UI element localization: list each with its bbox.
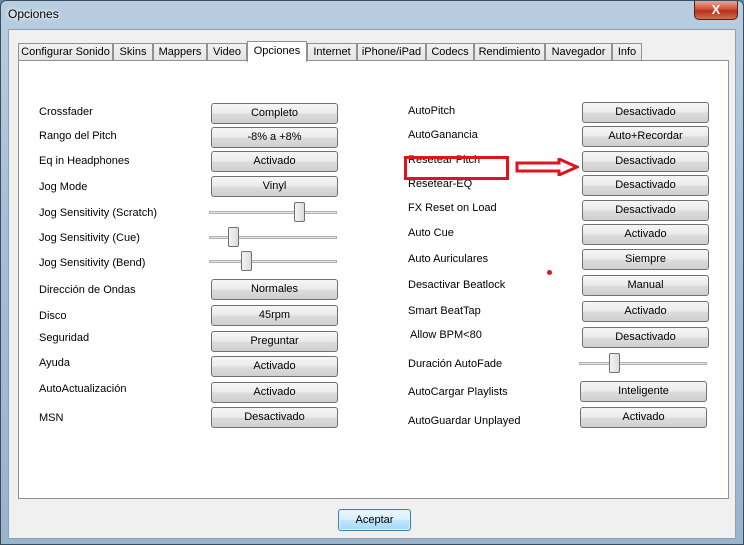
beatlock-label: Desactivar Beatlock (408, 279, 506, 291)
autosave-unplayed-button[interactable]: Activado (580, 407, 707, 428)
red-dot-annotation (547, 270, 552, 275)
autogain-label: AutoGanancia (408, 129, 478, 141)
pitch-range-button[interactable]: -8% a +8% (211, 127, 338, 148)
crossfader-label: Crossfader (39, 106, 93, 118)
help-label: Ayuda (39, 357, 70, 369)
autoload-playlists-label: AutoCargar Playlists (408, 386, 508, 398)
auto-headphones-button[interactable]: Siempre (582, 249, 709, 270)
disc-label: Disco (39, 310, 67, 322)
jog-bend-label: Jog Sensitivity (Bend) (39, 257, 146, 269)
tab-skins[interactable]: Skins (113, 43, 153, 61)
pitch-range-label: Rango del Pitch (39, 130, 117, 142)
allow-bpm-label: Allow BPM<80 (410, 329, 482, 341)
autopitch-button[interactable]: Desactivado (582, 102, 709, 123)
msn-button[interactable]: Desactivado (211, 407, 338, 428)
disc-button[interactable]: 45rpm (211, 305, 338, 326)
eq-headphones-button[interactable]: Activado (211, 151, 338, 172)
jog-mode-label: Jog Mode (39, 181, 88, 193)
autoload-playlists-button[interactable]: Inteligente (580, 381, 707, 402)
tab-codecs[interactable]: Codecs (426, 43, 474, 61)
red-arrow-annotation (515, 158, 579, 176)
allow-bpm-button[interactable]: Desactivado (582, 327, 709, 348)
beatlock-button[interactable]: Manual (582, 275, 709, 296)
autoupdate-button[interactable]: Activado (211, 382, 338, 403)
accept-button[interactable]: Aceptar (338, 509, 411, 531)
jog-cue-label: Jog Sensitivity (Cue) (39, 232, 140, 244)
slider-thumb[interactable] (294, 202, 305, 222)
security-button[interactable]: Preguntar (211, 331, 338, 352)
eq-headphones-label: Eq in Headphones (39, 155, 130, 167)
security-label: Seguridad (39, 332, 90, 344)
auto-cue-label: Auto Cue (408, 227, 454, 239)
autogain-button[interactable]: Auto+Recordar (582, 126, 709, 147)
tab-configurar-sonido[interactable]: Configurar Sonido (18, 43, 113, 61)
tab-rendimiento[interactable]: Rendimiento (474, 43, 545, 61)
jog-scratch-slider[interactable] (209, 202, 337, 222)
tab-opciones[interactable]: Opciones (247, 41, 307, 62)
auto-cue-button[interactable]: Activado (582, 224, 709, 245)
reset-pitch-button[interactable]: Desactivado (582, 151, 709, 172)
autoupdate-label: AutoActualización (39, 383, 127, 395)
reset-eq-button[interactable]: Desactivado (582, 175, 709, 196)
slider-track (209, 260, 337, 263)
options-window: Opciones X Configurar Sonido Skins Mappe… (0, 0, 744, 545)
slider-track (579, 362, 707, 365)
auto-headphones-label: Auto Auriculares (408, 253, 489, 265)
slider-track (209, 211, 337, 214)
tab-iphone-ipad[interactable]: iPhone/iPad (357, 43, 426, 61)
jog-cue-slider[interactable] (209, 227, 337, 247)
wave-direction-label: Dirección de Ondas (39, 284, 136, 296)
autogain-highlight-box (404, 156, 509, 180)
autofade-slider[interactable] (579, 353, 707, 373)
crossfader-button[interactable]: Completo (211, 103, 338, 124)
title-bar[interactable]: Opciones X (1, 1, 743, 29)
fx-reset-button[interactable]: Desactivado (582, 200, 709, 221)
tab-internet[interactable]: Internet (307, 43, 357, 61)
autofade-label: Duración AutoFade (408, 358, 503, 370)
close-button[interactable]: X (694, 1, 738, 20)
window-title: Opciones (8, 7, 59, 21)
smart-beattap-label: Smart BeatTap (408, 305, 481, 317)
dialog-client-area: Configurar Sonido Skins Mappers Video Op… (8, 29, 736, 539)
jog-bend-slider[interactable] (209, 251, 337, 271)
jog-scratch-label: Jog Sensitivity (Scratch) (39, 207, 157, 219)
tab-info[interactable]: Info (612, 43, 642, 61)
smart-beattap-button[interactable]: Activado (582, 301, 709, 322)
autosave-unplayed-label: AutoGuardar Unplayed (408, 415, 521, 427)
slider-thumb[interactable] (609, 353, 620, 373)
tab-mappers[interactable]: Mappers (153, 43, 207, 61)
slider-thumb[interactable] (241, 251, 252, 271)
slider-thumb[interactable] (228, 227, 239, 247)
tab-navegador[interactable]: Navegador (545, 43, 612, 61)
wave-direction-button[interactable]: Normales (211, 279, 338, 300)
help-button[interactable]: Activado (211, 356, 338, 377)
fx-reset-label: FX Reset on Load (408, 202, 497, 214)
options-panel: Crossfader Completo Rango del Pitch -8% … (18, 60, 729, 499)
msn-label: MSN (39, 412, 64, 424)
tab-video[interactable]: Video (207, 43, 247, 61)
jog-mode-button[interactable]: Vinyl (211, 176, 338, 197)
autopitch-label: AutoPitch (408, 105, 456, 117)
